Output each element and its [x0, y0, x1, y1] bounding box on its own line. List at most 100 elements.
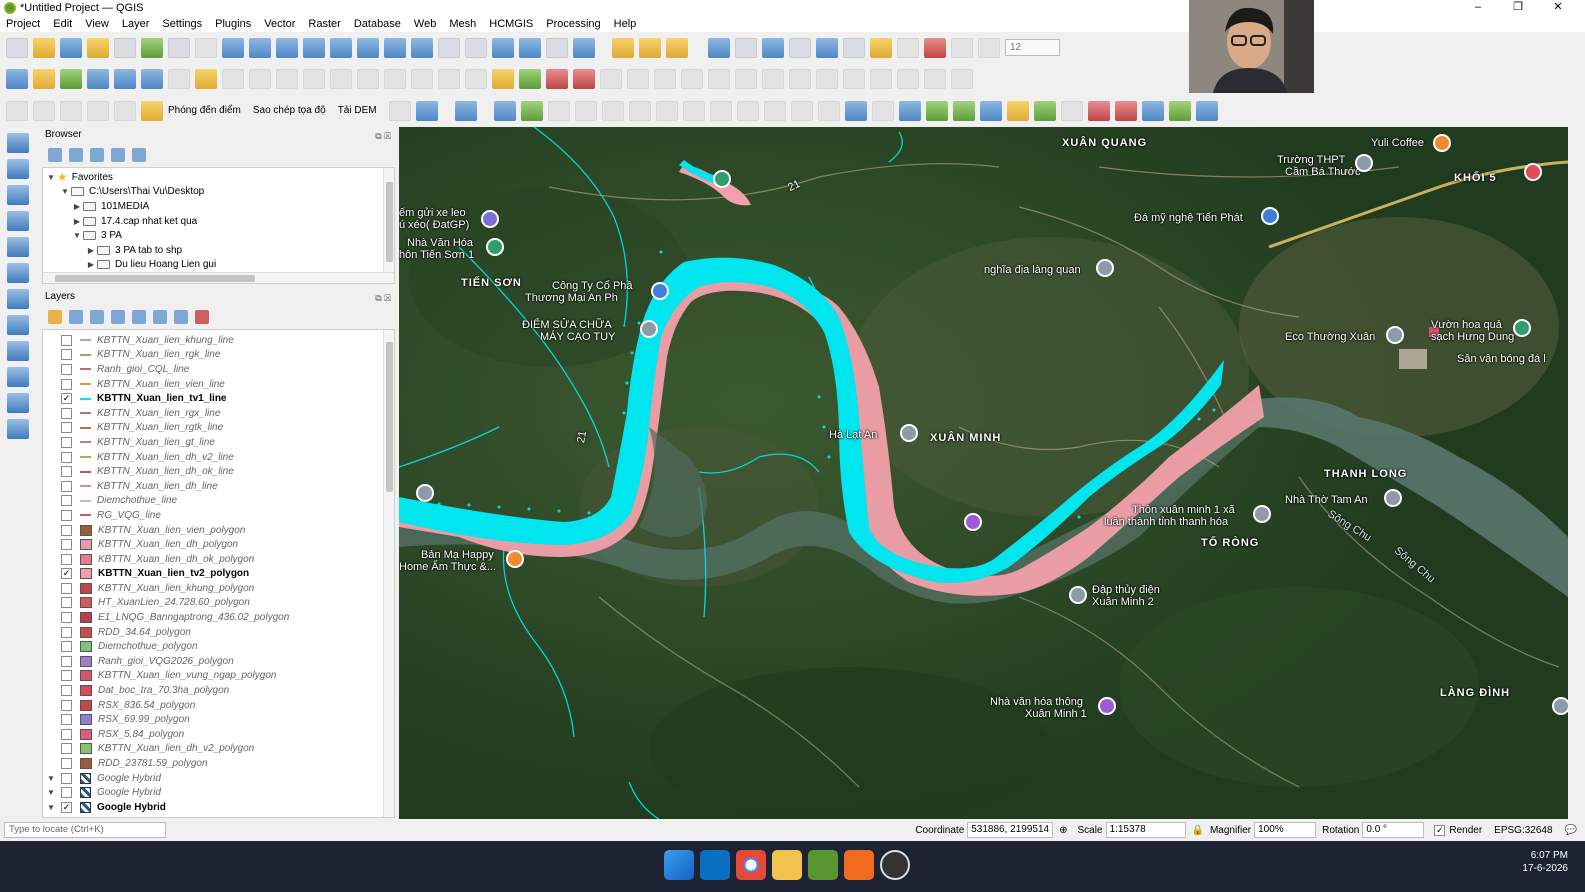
layers-vscroll[interactable]: [383, 330, 394, 817]
shop-poi-icon[interactable]: [651, 282, 669, 300]
zoom-selection-icon[interactable]: [303, 37, 325, 58]
style-manager-icon[interactable]: [141, 37, 163, 58]
tree-row[interactable]: ▼ C:\Users\Thai Vu\Desktop: [43, 185, 394, 200]
layer-visibility-checkbox[interactable]: [61, 670, 72, 682]
filter-icon[interactable]: [90, 147, 104, 162]
add-wcs-layer-icon[interactable]: [7, 341, 29, 361]
data-source-manager-icon[interactable]: [6, 68, 28, 89]
bookmark-new-icon[interactable]: [492, 37, 514, 58]
digitize-icon[interactable]: [249, 68, 271, 89]
toggle-extents-icon[interactable]: ⊕: [1059, 825, 1067, 836]
windows-start-icon[interactable]: [664, 850, 694, 880]
remove-layer-icon[interactable]: [195, 309, 209, 324]
layer-visibility-checkbox[interactable]: [61, 451, 72, 463]
qgis-taskbar-icon[interactable]: [808, 850, 838, 880]
file-explorer-icon[interactable]: [772, 850, 802, 880]
filter-expression-icon[interactable]: [132, 309, 146, 324]
layer-visibility-checkbox[interactable]: [61, 422, 72, 434]
layer-visibility-checkbox[interactable]: ✓: [61, 801, 72, 813]
layer-row[interactable]: KBTTN_Xuan_lien_rgx_line: [43, 406, 394, 421]
layer-row[interactable]: Diemchothue_line: [43, 494, 394, 509]
menu-view[interactable]: View: [85, 18, 109, 30]
form-annotation-icon[interactable]: [60, 100, 82, 121]
digitize-circle-icon[interactable]: [574, 100, 597, 121]
clipboard-icon[interactable]: [1195, 100, 1218, 121]
expand-arrow-icon[interactable]: ▶: [71, 217, 83, 226]
layer-row[interactable]: KBTTN_Xuan_lien_vung_ngap_polygon: [43, 669, 394, 684]
layer-row[interactable]: KBTTN_Xuan_lien_vien_line: [43, 377, 394, 392]
menu-web[interactable]: Web: [414, 18, 436, 30]
layer-row[interactable]: RDD_23781.59_polygon: [43, 756, 394, 771]
place-poi-icon[interactable]: [1386, 326, 1404, 344]
layer-row[interactable]: KBTTN_Xuan_lien_khung_line: [43, 333, 394, 348]
layer-visibility-checkbox[interactable]: [61, 407, 72, 419]
new-geopackage-icon[interactable]: [33, 68, 55, 89]
place-poi-icon[interactable]: [900, 424, 918, 442]
new-temp-layer-icon[interactable]: [7, 419, 29, 439]
hospital-poi-icon[interactable]: [1524, 163, 1542, 181]
layer-visibility-checkbox[interactable]: [61, 597, 72, 609]
coffee-poi-icon[interactable]: [1433, 134, 1451, 152]
tree-row[interactable]: ▶ 101MEDIA: [43, 199, 394, 214]
system-clock[interactable]: 6:07 PM 17-6-2026: [1522, 849, 1568, 875]
add-wfs-layer-icon[interactable]: [7, 367, 29, 387]
layer-row[interactable]: Diemchothue_polygon: [43, 639, 394, 654]
tree-poi-icon[interactable]: [713, 170, 731, 188]
place-poi-icon[interactable]: [1253, 505, 1271, 523]
layer-row[interactable]: KBTTN_Xuan_lien_dh_v2_line: [43, 450, 394, 465]
fill-ring-icon[interactable]: [762, 68, 784, 89]
chrome-icon[interactable]: [736, 850, 766, 880]
menu-hcmgis[interactable]: HCMGIS: [489, 18, 533, 30]
layer-visibility-checkbox[interactable]: [61, 758, 72, 770]
digitize-shape-icon[interactable]: [547, 100, 570, 121]
merge-features-icon[interactable]: [924, 68, 946, 89]
panel-float-close-icon[interactable]: ⧉ ☒: [375, 291, 391, 306]
zoom-next-icon[interactable]: [411, 37, 433, 58]
sublime-icon[interactable]: [844, 850, 874, 880]
menu-settings[interactable]: Settings: [162, 18, 202, 30]
add-spatialite-icon[interactable]: [7, 237, 29, 257]
layer-visibility-checkbox[interactable]: ✓: [61, 568, 72, 580]
layer-row[interactable]: KBTTN_Xuan_lien_rgk_line: [43, 348, 394, 363]
layer-row[interactable]: KBTTN_Xuan_lien_dh_v2_polygon: [43, 742, 394, 757]
reverse-line-icon[interactable]: [736, 100, 759, 121]
layer-row[interactable]: ▼ ✓ Google Hybrid: [43, 800, 394, 815]
layer-row[interactable]: Ranh_gioi_VQG2026_polygon: [43, 654, 394, 669]
menu-help[interactable]: Help: [614, 18, 637, 30]
camera-poi-icon[interactable]: [964, 513, 982, 531]
tree-row[interactable]: ▶ 3 PA tab to shp: [43, 243, 394, 258]
copy-features-icon[interactable]: [384, 68, 406, 89]
collapse-arrow-icon[interactable]: ▼: [45, 788, 57, 797]
snapping-tolerance-field[interactable]: 12: [1005, 39, 1060, 56]
north-arrow-icon[interactable]: [415, 100, 438, 121]
color-grid-icon[interactable]: [1114, 100, 1137, 121]
add-virtual-layer-icon[interactable]: [7, 263, 29, 283]
fill-icon[interactable]: [790, 100, 813, 121]
pan-to-selection-icon[interactable]: [195, 37, 217, 58]
new-print-layout-icon[interactable]: [87, 37, 109, 58]
label-abc-icon[interactable]: [492, 68, 514, 89]
mesh-digitize-icon[interactable]: [844, 100, 867, 121]
layer-visibility-checkbox[interactable]: [61, 436, 72, 448]
layer-row[interactable]: KBTTN_Xuan_lien_rgtk_line: [43, 421, 394, 436]
place-poi-icon[interactable]: [416, 484, 434, 502]
save-project-icon[interactable]: [60, 37, 82, 58]
menu-layer[interactable]: Layer: [122, 18, 150, 30]
reshape-icon[interactable]: [843, 68, 865, 89]
shop-poi-icon[interactable]: [1261, 207, 1279, 225]
layer-row[interactable]: ✓ KBTTN_Xuan_lien_tv2_polygon: [43, 567, 394, 582]
layer-visibility-checkbox[interactable]: [61, 626, 72, 638]
new-project-icon[interactable]: [6, 37, 28, 58]
layer-row[interactable]: RSX_5.84_polygon: [43, 727, 394, 742]
map-canvas[interactable]: XUÂN QUANG Yuli Coffee Trường THPT Cầm B…: [399, 127, 1568, 819]
tree-row[interactable]: ▼ 3 PA: [43, 228, 394, 243]
layer-row[interactable]: KBTTN_Xuan_lien_dh_polygon: [43, 537, 394, 552]
layer-row[interactable]: HT_XuanLien_24.728.60_polygon: [43, 596, 394, 611]
advanced-digitizing-icon[interactable]: [681, 68, 703, 89]
tree-row[interactable]: ▶ 17.4.cap nhat ket qua: [43, 214, 394, 229]
add-vector-layer-icon[interactable]: [7, 133, 29, 153]
church-poi-icon[interactable]: [1384, 489, 1402, 507]
zoom-full-icon[interactable]: [276, 37, 298, 58]
layout-manager-icon[interactable]: [114, 37, 136, 58]
layer-visibility-checkbox[interactable]: [61, 539, 72, 551]
